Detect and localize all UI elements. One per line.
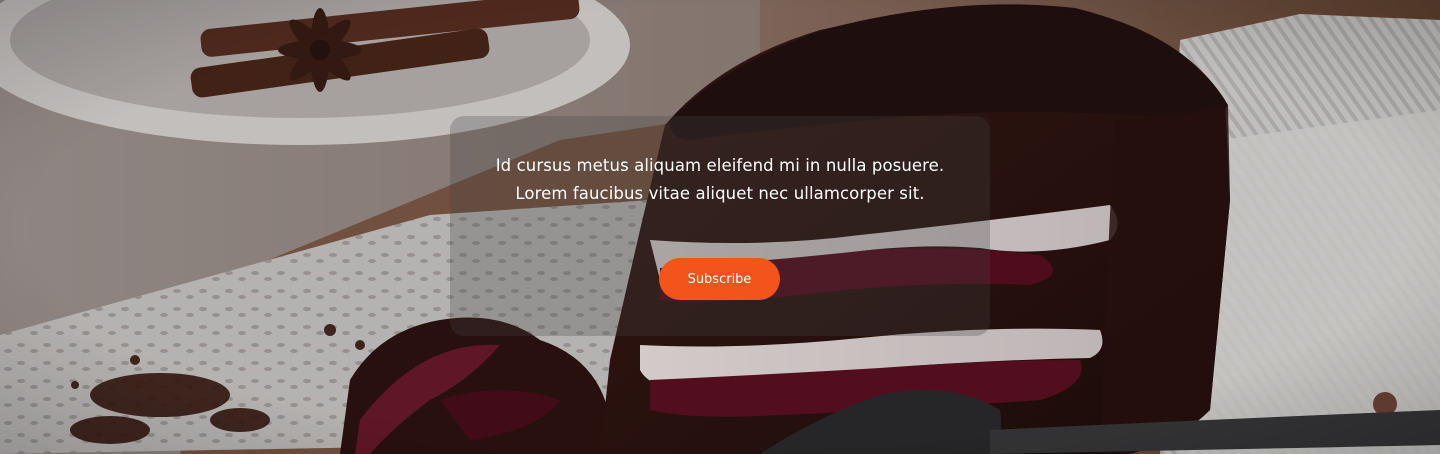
hero-tagline: Id cursus metus aliquam eleifend mi in n… xyxy=(450,152,990,208)
text-overlay-panel xyxy=(450,116,990,336)
tagline-line-1: Id cursus metus aliquam eleifend mi in n… xyxy=(495,156,945,175)
hero-section: Id cursus metus aliquam eleifend mi in n… xyxy=(0,0,1440,454)
subscribe-button[interactable]: Subscribe xyxy=(659,258,780,300)
tagline-line-2: Lorem faucibus vitae aliquet nec ullamco… xyxy=(515,184,925,203)
